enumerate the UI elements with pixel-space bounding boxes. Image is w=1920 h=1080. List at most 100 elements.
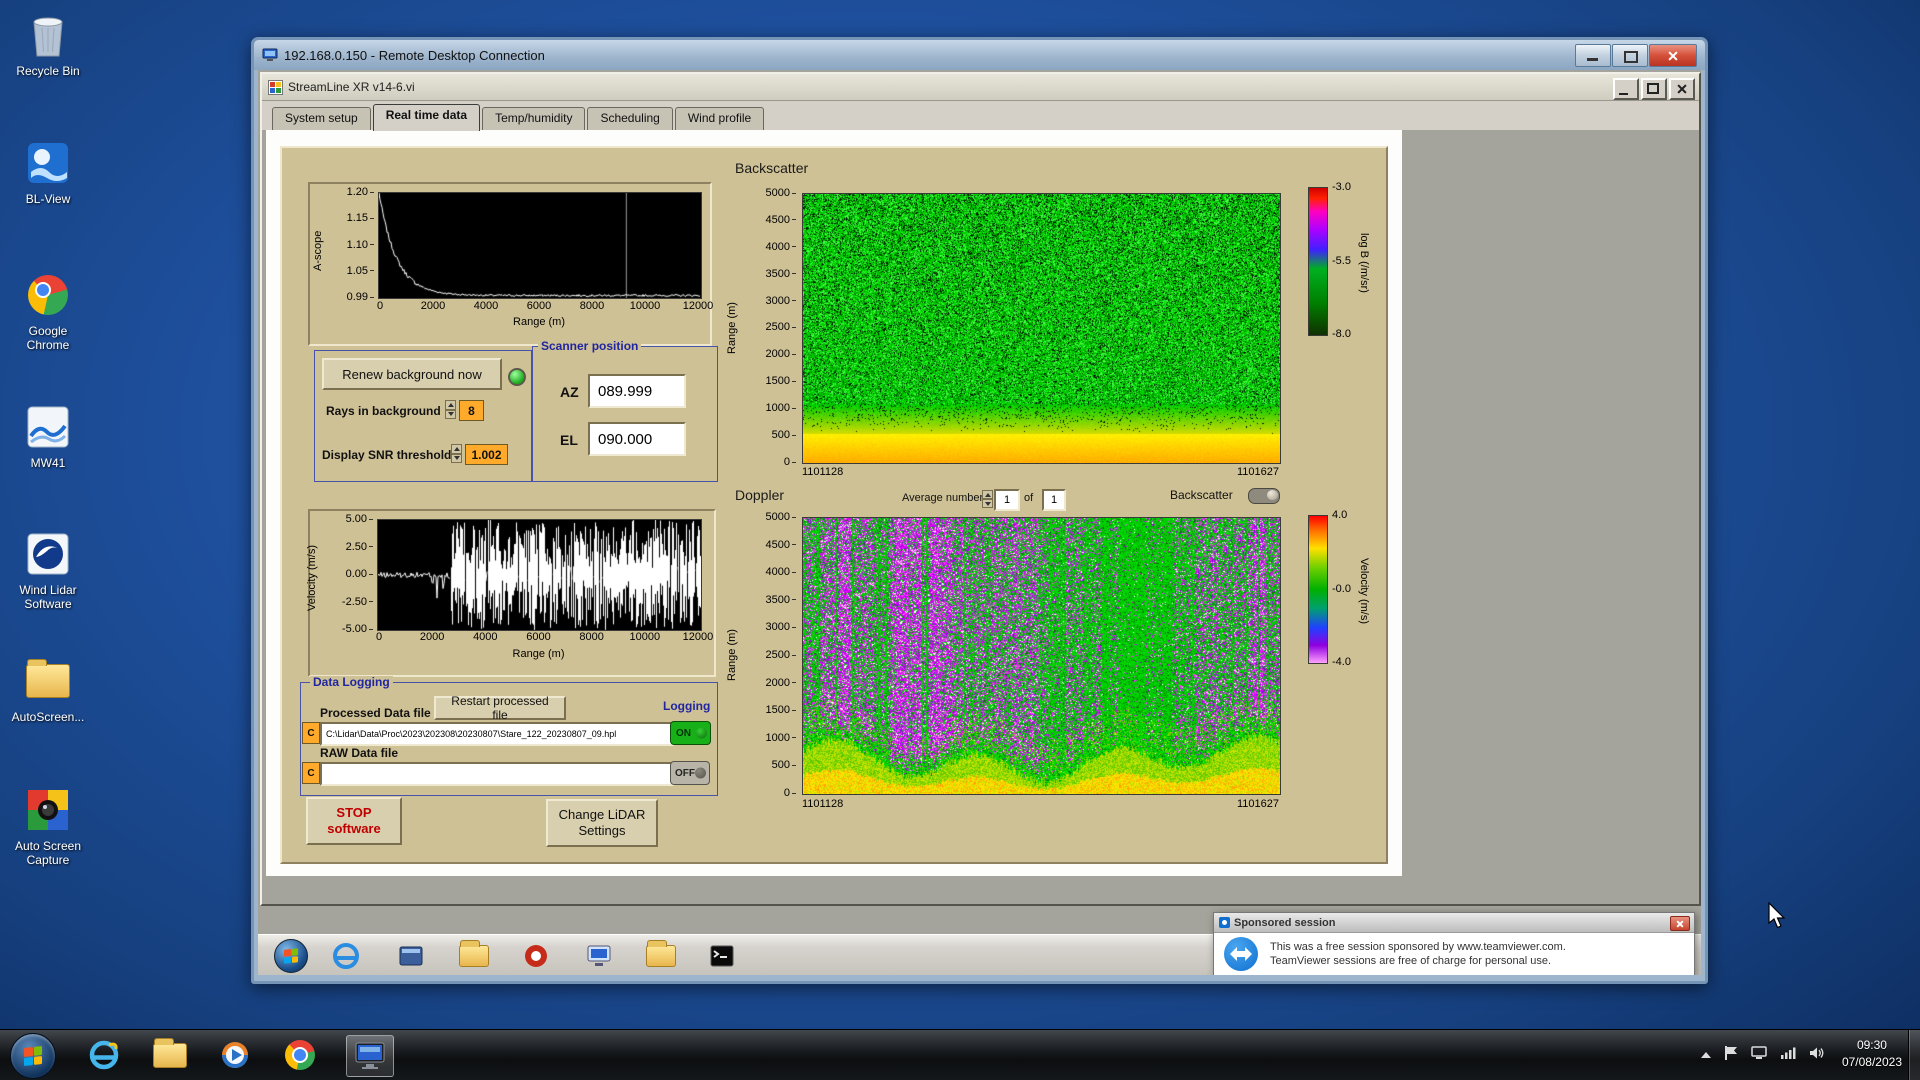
backscatter-toggle[interactable] [1248,488,1280,504]
backscatter-x-axis: 1101128 1101627 [802,466,1279,478]
remote-taskbar-cmd-icon[interactable] [707,941,737,971]
ie-icon [89,1040,119,1070]
desktop-icon-mw41[interactable]: MW41 [0,402,96,470]
tick-label: 500 [772,759,796,771]
stop-software-button[interactable]: STOP software [306,797,402,845]
app-maximize-button[interactable] [1641,78,1667,100]
teamviewer-close-button[interactable] [1670,916,1690,931]
volume-icon[interactable] [1809,1046,1825,1065]
desktop-icon-recycle-bin[interactable]: Recycle Bin [0,10,96,78]
desktop-icon-autoscreen-folder[interactable]: AutoScreen... [0,656,96,724]
ascope-x-label: Range (m) [513,316,565,328]
velocity-x-axis: 0 2000 4000 6000 8000 10000 12000 [357,631,720,643]
desktop-icon-bl-view[interactable]: BL-View [0,138,96,206]
app-close-button[interactable] [1669,78,1695,100]
renew-background-button[interactable]: Renew background now [322,358,502,390]
rdp-close-button[interactable] [1649,44,1697,67]
change-lidar-settings-button[interactable]: Change LiDAR Settings [546,799,658,847]
rays-value-field[interactable]: 8 [459,400,484,421]
data-logging-title: Data Logging [310,676,393,689]
remote-taskbar-folder-icon[interactable] [459,940,489,971]
el-value-field[interactable]: 090.000 [588,422,686,456]
remote-taskbar-capture-icon[interactable] [584,941,614,971]
desktop-icon-wind-lidar[interactable]: Wind Lidar Software [0,529,96,611]
on-label: ON [676,727,691,739]
taskbar-rdp-button-active[interactable] [346,1035,394,1077]
tab-real-time-data[interactable]: Real time data [372,104,481,131]
app-minimize-button[interactable] [1613,78,1639,100]
teamviewer-popup-titlebar[interactable]: Sponsored session [1214,913,1694,933]
remote-taskbar-ie-icon[interactable] [331,941,361,971]
velocity-plot [377,519,702,631]
auto-screen-capture-icon [0,785,96,835]
screen: Recycle Bin BL-View Google Chrome MW41 W… [0,0,1920,1080]
raw-logging-toggle-off[interactable]: OFF [670,761,710,785]
tick-label: 10000 [629,631,661,643]
start-button[interactable] [10,1033,56,1079]
remote-desktop: StreamLine XR v14-6.vi System setup Real… [258,70,1701,975]
app-titlebar[interactable]: StreamLine XR v14-6.vi [262,74,1699,101]
processed-logging-toggle-on[interactable]: ON [670,721,711,745]
desktop-icon-label: Wind Lidar Software [19,583,77,611]
rdp-maximize-button[interactable] [1612,44,1648,67]
raw-path-field[interactable] [320,762,674,786]
taskbar: 09:30 07/08/2023 [0,1029,1920,1080]
tab-wind-profile[interactable]: Wind profile [674,107,765,130]
recycle-bin-icon [0,10,96,60]
clock[interactable]: 09:30 07/08/2023 [1842,1037,1902,1071]
remote-taskbar-power-icon[interactable] [521,941,551,971]
remote-taskbar-folder2-icon[interactable] [646,940,676,971]
average-number-spinner[interactable] [982,490,993,508]
remote-start-button[interactable] [274,939,308,973]
desktop-icon-auto-screen-capture[interactable]: Auto Screen Capture [0,785,96,867]
tick-label: 8000 [579,300,605,312]
tick-label: 0 [376,300,384,312]
tab-scheduling[interactable]: Scheduling [587,107,673,130]
tick-label: 6000 [526,300,552,312]
taskbar-wmp-button[interactable] [215,1035,255,1075]
tab-temp-humidity[interactable]: Temp/humidity [482,107,586,130]
action-center-flag-icon[interactable] [1724,1045,1738,1066]
tab-system-setup[interactable]: System setup [272,107,371,130]
scanner-position-box [532,346,718,482]
teamviewer-popup-title: Sponsored session [1234,916,1336,929]
change-line1: Change LiDAR [558,807,646,822]
processed-drive-button[interactable]: C [302,722,320,744]
restart-processed-file-button[interactable]: Restart processed file [434,694,566,722]
processed-path-field[interactable]: C:\Lidar\Data\Proc\2023\202308\20230807\… [320,722,674,746]
rdp-minimize-button[interactable] [1575,44,1611,67]
rays-spinner[interactable] [445,400,456,419]
average-total-field[interactable]: 1 [1042,489,1066,511]
doppler-x-start: 1101128 [802,798,844,810]
taskbar-explorer-button[interactable] [150,1035,190,1075]
tray-expand-chevron[interactable] [1701,1052,1711,1058]
az-value-field[interactable]: 089.999 [588,374,686,408]
taskbar-chrome-button[interactable] [280,1035,320,1075]
tick-label: 3500 [766,268,796,280]
snr-value-field[interactable]: 1.002 [465,444,508,465]
teamviewer-message-line1: This was a free session sponsored by www… [1270,940,1566,953]
rdp-titlebar[interactable]: 192.168.0.150 - Remote Desktop Connectio… [254,40,1705,70]
desktop-icon-google-chrome[interactable]: Google Chrome [0,270,96,352]
tick-label: 12000 [682,300,714,312]
raw-data-file-label: RAW Data file [320,746,399,760]
network-icon[interactable] [1780,1046,1796,1065]
show-desktop-button[interactable] [1908,1030,1920,1080]
tick-label: 500 [772,429,796,441]
desktop-icon-label: Recycle Bin [16,64,80,78]
taskbar-ie-button[interactable] [84,1035,124,1075]
tick-label: 2000 [420,300,446,312]
snr-threshold-label: Display SNR threshold [322,448,452,462]
tray-monitor-icon[interactable] [1751,1045,1767,1065]
velocity-x-label: Range (m) [512,648,565,660]
tick-label: -8.0 [1332,328,1351,340]
average-number-field[interactable]: 1 [994,489,1020,511]
raw-drive-button[interactable]: C [302,762,320,784]
teamviewer-message-line2: TeamViewer sessions are free of charge f… [1270,954,1552,967]
backscatter-colorbar [1308,187,1328,336]
remote-taskbar-window-icon[interactable] [396,941,426,971]
snr-spinner[interactable] [451,444,462,463]
doppler-colorbar-label: Velocity (m/s) [1358,557,1370,624]
background-led[interactable] [508,368,526,386]
tick-label: 0 [375,631,383,643]
